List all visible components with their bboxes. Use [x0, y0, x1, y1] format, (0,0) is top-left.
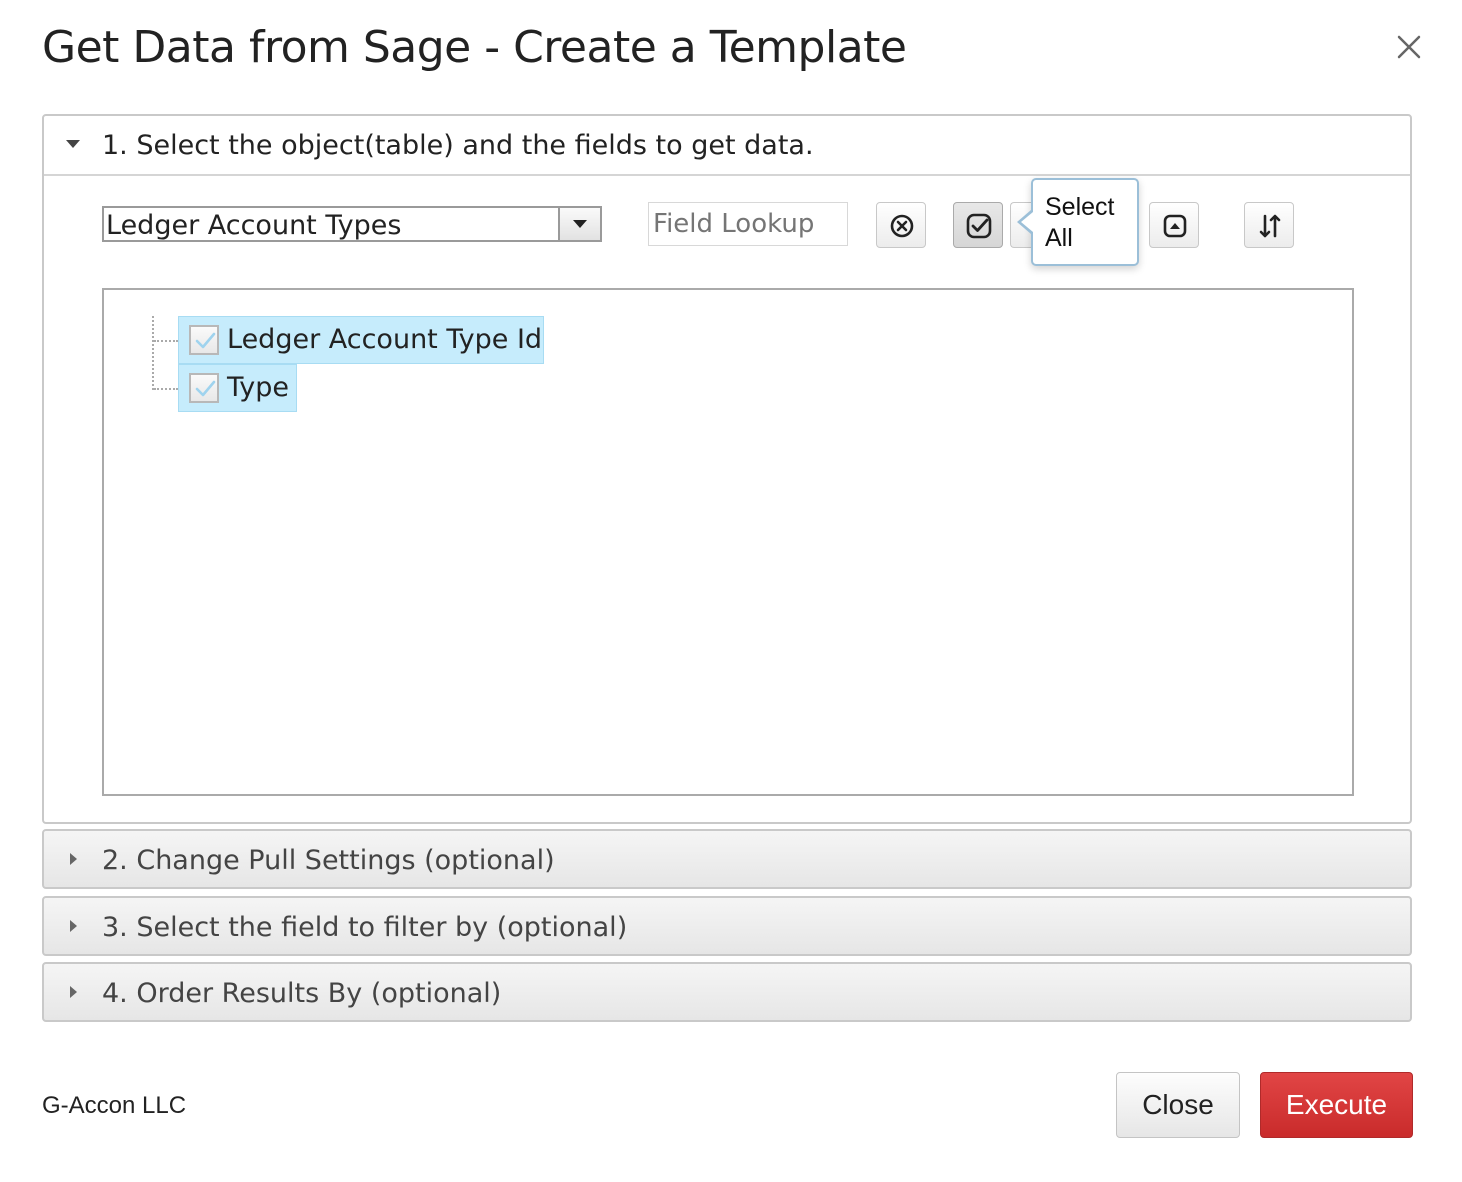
field-label: Type	[227, 372, 290, 403]
object-select[interactable]: Ledger Account Types	[102, 206, 602, 242]
field-checkbox[interactable]	[189, 373, 219, 403]
close-icon[interactable]	[1392, 30, 1426, 64]
section-title-1: 1. Select the object(table) and the fiel…	[102, 130, 814, 161]
section-order-by[interactable]: 4. Order Results By (optional)	[42, 962, 1412, 1022]
select-all-button[interactable]	[953, 202, 1003, 248]
expand-arrow-icon[interactable]	[70, 920, 77, 932]
expand-arrow-icon[interactable]	[66, 140, 80, 148]
tree-node-field[interactable]: Type	[178, 364, 297, 412]
checkmark-icon	[195, 380, 216, 397]
field-checkbox[interactable]	[189, 325, 219, 355]
tooltip: Select All	[1017, 178, 1139, 266]
section-header-1[interactable]: 1. Select the object(table) and the fiel…	[44, 116, 1410, 176]
tree-node-field[interactable]: Ledger Account Type Id	[178, 316, 544, 364]
clear-icon	[890, 214, 914, 238]
collapse-all-button[interactable]	[1149, 202, 1199, 248]
sort-icon	[1259, 214, 1281, 238]
section-select-object: 1. Select the object(table) and the fiel…	[42, 114, 1412, 824]
close-button[interactable]: Close	[1116, 1072, 1240, 1138]
field-tree: Ledger Account Type Id Type	[102, 288, 1354, 796]
section-title-4: 4. Order Results By (optional)	[102, 978, 502, 1009]
expand-arrow-icon[interactable]	[70, 986, 77, 998]
chevron-down-icon	[573, 220, 587, 228]
company-label: G-Accon LLC	[42, 1092, 187, 1119]
section-title-3: 3. Select the field to filter by (option…	[102, 912, 628, 943]
expand-arrow-icon[interactable]	[70, 853, 77, 865]
object-select-value: Ledger Account Types	[106, 210, 402, 241]
execute-button[interactable]: Execute	[1260, 1072, 1413, 1138]
dialog-title: Get Data from Sage - Create a Template	[42, 22, 907, 73]
section-filter[interactable]: 3. Select the field to filter by (option…	[42, 896, 1412, 956]
collapse-icon	[1163, 214, 1187, 238]
clear-button[interactable]	[876, 202, 926, 248]
sort-button[interactable]	[1244, 202, 1294, 248]
section-pull-settings[interactable]: 2. Change Pull Settings (optional)	[42, 829, 1412, 889]
field-lookup-input[interactable]	[648, 202, 848, 246]
checkmark-icon	[195, 332, 216, 349]
dropdown-button[interactable]	[558, 208, 600, 240]
field-label: Ledger Account Type Id	[227, 324, 543, 355]
select-all-icon	[966, 213, 992, 239]
section-title-2: 2. Change Pull Settings (optional)	[102, 845, 555, 876]
tooltip-text: Select All	[1045, 193, 1115, 252]
